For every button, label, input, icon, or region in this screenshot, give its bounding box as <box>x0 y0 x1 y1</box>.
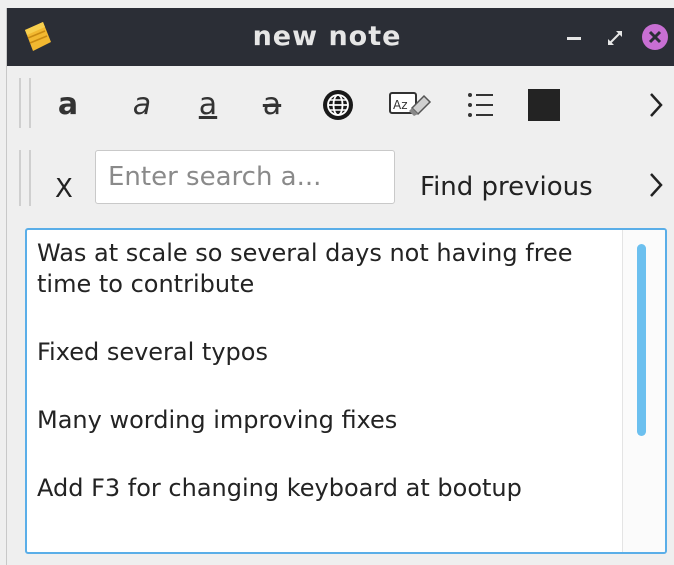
bold-button[interactable]: a <box>51 88 85 122</box>
note-editor[interactable]: Was at scale so several days not having … <box>25 228 667 554</box>
note-paragraph: Was at scale so several days not having … <box>37 239 573 298</box>
scrollbar-thumb[interactable] <box>637 244 646 436</box>
globe-icon <box>323 90 353 120</box>
maximize-icon[interactable] <box>603 26 627 50</box>
note-window: new note a a a a Az X Enter search a... … <box>6 8 674 565</box>
scrollbar-track[interactable] <box>622 230 665 552</box>
italic-button[interactable]: a <box>125 88 159 122</box>
italic-icon: a <box>132 87 152 122</box>
clear-format-button[interactable]: Az <box>387 88 433 122</box>
note-paragraph: Many wording improving fixes <box>37 406 398 434</box>
format-toolbar: a a a a Az <box>7 66 674 140</box>
link-button[interactable] <box>321 88 355 122</box>
chevron-right-icon[interactable] <box>645 90 667 120</box>
underline-button[interactable]: a <box>191 88 225 122</box>
close-find-button[interactable]: X <box>55 174 73 204</box>
underline-icon: a <box>198 87 218 122</box>
note-text[interactable]: Was at scale so several days not having … <box>37 238 617 541</box>
list-button[interactable] <box>463 88 497 122</box>
note-paragraph: Add F3 for changing keyboard at bootup <box>37 474 522 502</box>
strikethrough-icon: a <box>262 87 282 122</box>
list-icon <box>468 93 493 117</box>
eraser-text-icon: Az <box>389 92 432 116</box>
svg-text:Az: Az <box>393 98 408 112</box>
chevron-right-icon[interactable] <box>645 170 667 200</box>
color-swatch-icon <box>528 89 560 121</box>
note-paragraph: Fixed several typos <box>37 338 268 366</box>
close-icon[interactable] <box>641 23 669 51</box>
title-bar[interactable]: new note <box>7 8 674 66</box>
color-button[interactable] <box>527 88 561 122</box>
find-bar: X Find previous <box>7 140 674 218</box>
find-previous-button[interactable]: Find previous <box>420 172 593 202</box>
search-input[interactable] <box>95 150 395 204</box>
toolbar-grip[interactable] <box>19 78 31 128</box>
minimize-icon[interactable] <box>562 26 586 50</box>
bold-icon: a <box>57 87 79 122</box>
findbar-grip[interactable] <box>19 150 31 206</box>
strikethrough-button[interactable]: a <box>255 88 289 122</box>
